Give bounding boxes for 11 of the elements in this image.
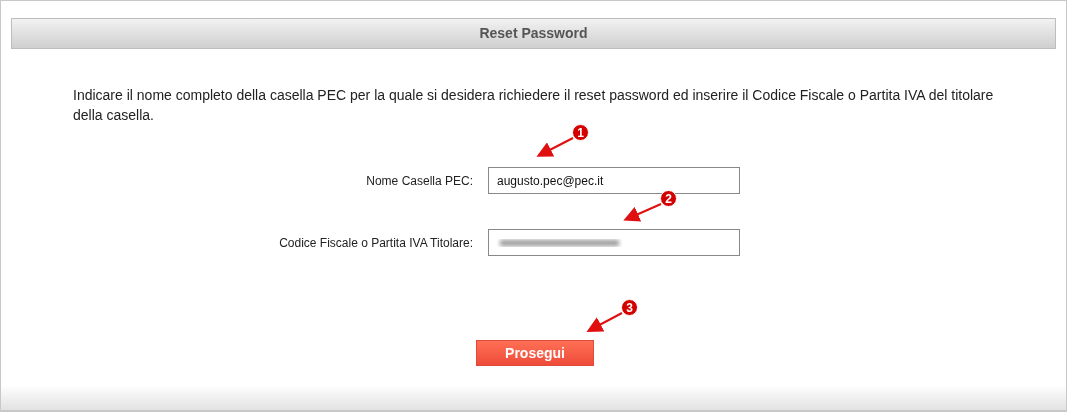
- annotation-arrow: [623, 203, 662, 222]
- annotation-badge: 3: [621, 299, 638, 316]
- annotation-arrow: [586, 312, 623, 332]
- field-label: Nome Casella PEC:: [365, 172, 473, 190]
- field-label: Codice Fiscale o Partita IVA Titolare:: [278, 234, 473, 252]
- input-field[interactable]: augusto.pec@pec.it: [488, 167, 740, 194]
- annotation-badge: 1: [572, 124, 589, 141]
- page-title: Reset Password: [479, 24, 588, 43]
- annotation-arrow: [536, 137, 574, 157]
- instructions-text: Indicare il nome completo della casella PEC per la quale si desidera richiedere il reset password ed inserire il Codice Fiscale o Partita IVA del titolare della casella.: [73, 86, 995, 125]
- input-field[interactable]: [488, 229, 740, 256]
